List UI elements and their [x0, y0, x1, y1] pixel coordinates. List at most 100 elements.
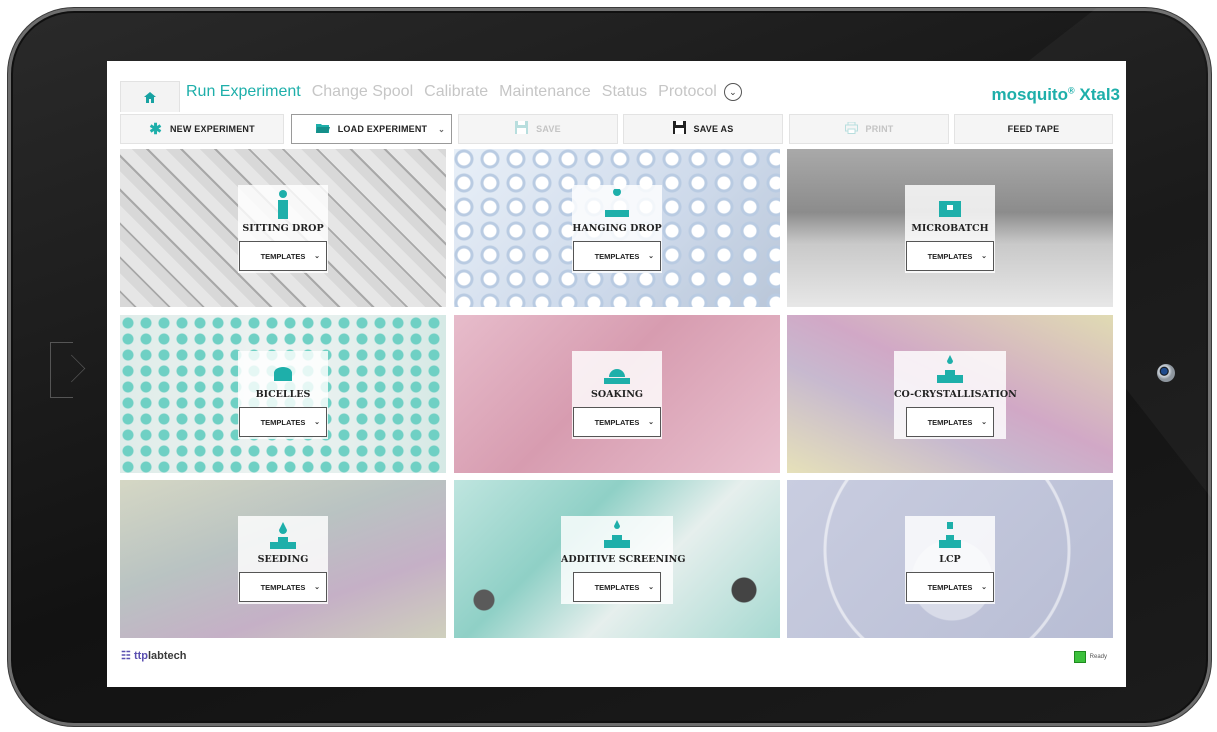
nav-links: Run Experiment Change Spool Calibrate Ma…: [186, 83, 742, 101]
lcp-title: LCP: [939, 554, 961, 565]
bicelles-icon: [238, 351, 328, 385]
nav-run-experiment[interactable]: Run Experiment: [186, 83, 301, 101]
new-experiment-label: NEW EXPERIMENT: [169, 124, 255, 134]
sitting-drop-title: SITTING DROP: [242, 223, 324, 234]
lcp-templates-dropdown[interactable]: TEMPLATES ⌄: [906, 572, 994, 602]
nav-protocol[interactable]: Protocol: [658, 83, 717, 101]
soaking-title: SOAKING: [590, 389, 643, 400]
tile-microbatch[interactable]: MICROBATCH TEMPLATES ⌄: [787, 149, 1113, 307]
seeding-title: SEEDING: [257, 554, 309, 565]
chevron-down-icon: ⌄: [314, 253, 320, 260]
brand-name: mosquito: [991, 85, 1068, 104]
chevron-down-icon: ⌄: [648, 253, 654, 260]
co-crystallisation-templates-dropdown[interactable]: TEMPLATES ⌄: [906, 407, 994, 437]
brand-model: Xtal3: [1079, 85, 1120, 104]
nav-change-spool[interactable]: Change Spool: [312, 83, 413, 101]
ttplabtech-logo: ☷ ttplabtech: [121, 649, 187, 662]
templates-label: TEMPLATES: [594, 251, 640, 261]
nav-maintenance[interactable]: Maintenance: [499, 83, 591, 101]
chevron-down-icon: ⌄: [981, 253, 987, 260]
sitting-drop-templates-dropdown[interactable]: TEMPLATES ⌄: [239, 241, 327, 271]
tablet-home-button: [50, 342, 73, 398]
new-experiment-button[interactable]: ✱ NEW EXPERIMENT: [120, 114, 284, 144]
status-light-icon: [1073, 651, 1086, 663]
tile-hanging-drop[interactable]: HANGING DROP TEMPLATES ⌄: [454, 149, 780, 307]
tile-co-crystallisation[interactable]: CO-CRYSTALLISATION TEMPLATES ⌄: [787, 315, 1113, 473]
asterisk-icon: ✱: [149, 120, 162, 138]
templates-label: TEMPLATES: [927, 582, 973, 592]
nav-status[interactable]: Status: [602, 83, 647, 101]
chevron-down-icon: ⌄: [981, 584, 987, 591]
nav-calibrate[interactable]: Calibrate: [424, 83, 488, 101]
microbatch-templates-dropdown[interactable]: TEMPLATES ⌄: [906, 241, 994, 271]
load-experiment-label: LOAD EXPERIMENT: [337, 124, 428, 134]
printer-icon: [844, 121, 858, 137]
templates-label: TEMPLATES: [927, 417, 973, 427]
chevron-down-icon: ⌄: [314, 584, 320, 591]
folder-icon: [315, 122, 330, 137]
floppy-disk-icon: [515, 121, 529, 137]
soaking-icon: [572, 351, 662, 385]
print-label: PRINT: [865, 124, 894, 134]
floppy-disk-icon: [672, 121, 686, 137]
co-crystallisation-icon: [894, 351, 1006, 385]
save-label: SAVE: [536, 124, 561, 134]
save-as-button[interactable]: SAVE AS: [623, 114, 783, 144]
load-experiment-dropdown[interactable]: LOAD EXPERIMENT ⌄: [291, 114, 452, 144]
save-as-label: SAVE AS: [693, 124, 734, 134]
hanging-drop-icon: [572, 185, 662, 219]
status-indicator: Ready: [1073, 651, 1107, 663]
templates-label: TEMPLATES: [594, 582, 640, 592]
chevron-down-icon: ⌄: [981, 419, 987, 426]
chevron-down-circle-icon[interactable]: ⌄: [723, 83, 742, 101]
home-tab[interactable]: [120, 81, 180, 112]
tile-additive-screening[interactable]: ADDITIVE SCREENING TEMPLATES ⌄: [454, 480, 780, 638]
microbatch-icon: [905, 185, 995, 219]
brand-logo: mosquito® Xtal3: [991, 85, 1120, 105]
experiment-type-grid: SITTING DROP TEMPLATES ⌄ HANGING DROP TEM…: [120, 149, 1113, 638]
feed-tape-label: FEED TAPE: [1007, 124, 1060, 134]
logo-ttp: ttp: [133, 650, 148, 662]
hanging-drop-title: HANGING DROP: [572, 223, 662, 234]
tile-lcp[interactable]: LCP TEMPLATES ⌄: [787, 480, 1113, 638]
chevron-down-icon: ⌄: [648, 419, 654, 426]
chevron-down-icon: ⌄: [438, 124, 445, 134]
sitting-drop-icon: [238, 185, 328, 219]
save-button[interactable]: SAVE: [458, 114, 618, 144]
templates-label: TEMPLATES: [594, 417, 640, 427]
chevron-down-icon: ⌄: [648, 584, 654, 591]
hanging-drop-templates-dropdown[interactable]: TEMPLATES ⌄: [573, 241, 661, 271]
templates-label: TEMPLATES: [260, 417, 306, 427]
additive-screening-icon: [561, 516, 673, 550]
tile-bicelles[interactable]: BICELLES TEMPLATES ⌄: [120, 315, 446, 473]
tile-seeding[interactable]: SEEDING TEMPLATES ⌄: [120, 480, 446, 638]
additive-screening-title: ADDITIVE SCREENING: [561, 554, 686, 565]
grid-icon: ☷: [121, 650, 131, 662]
feed-tape-button[interactable]: FEED TAPE: [954, 114, 1113, 144]
tile-soaking[interactable]: SOAKING TEMPLATES ⌄: [454, 315, 780, 473]
seeding-templates-dropdown[interactable]: TEMPLATES ⌄: [239, 572, 327, 602]
bicelles-templates-dropdown[interactable]: TEMPLATES ⌄: [239, 407, 327, 437]
templates-label: TEMPLATES: [927, 251, 973, 261]
footer: ☷ ttplabtech Ready: [121, 649, 1113, 667]
microbatch-title: MICROBATCH: [911, 223, 989, 234]
additive-screening-templates-dropdown[interactable]: TEMPLATES ⌄: [573, 572, 661, 602]
camera-icon: [1157, 364, 1175, 382]
bicelles-title: BICELLES: [255, 389, 311, 400]
soaking-templates-dropdown[interactable]: TEMPLATES ⌄: [573, 407, 661, 437]
app-screen: Run Experiment Change Spool Calibrate Ma…: [107, 61, 1126, 687]
brand-reg: ®: [1067, 85, 1075, 96]
templates-label: TEMPLATES: [260, 582, 306, 592]
print-button[interactable]: PRINT: [789, 114, 949, 144]
chevron-down-icon: ⌄: [314, 419, 320, 426]
top-navigation: Run Experiment Change Spool Calibrate Ma…: [107, 61, 1126, 112]
lcp-icon: [905, 516, 995, 550]
tile-sitting-drop[interactable]: SITTING DROP TEMPLATES ⌄: [120, 149, 446, 307]
toolbar: ✱ NEW EXPERIMENT LOAD EXPERIMENT ⌄ SAVE …: [120, 114, 1113, 146]
home-icon: [144, 91, 156, 103]
templates-label: TEMPLATES: [260, 251, 306, 261]
co-crystallisation-title: CO-CRYSTALLISATION: [894, 389, 1017, 400]
seeding-icon: [238, 516, 328, 550]
status-text: Ready: [1089, 654, 1107, 660]
logo-labtech: labtech: [147, 650, 187, 662]
